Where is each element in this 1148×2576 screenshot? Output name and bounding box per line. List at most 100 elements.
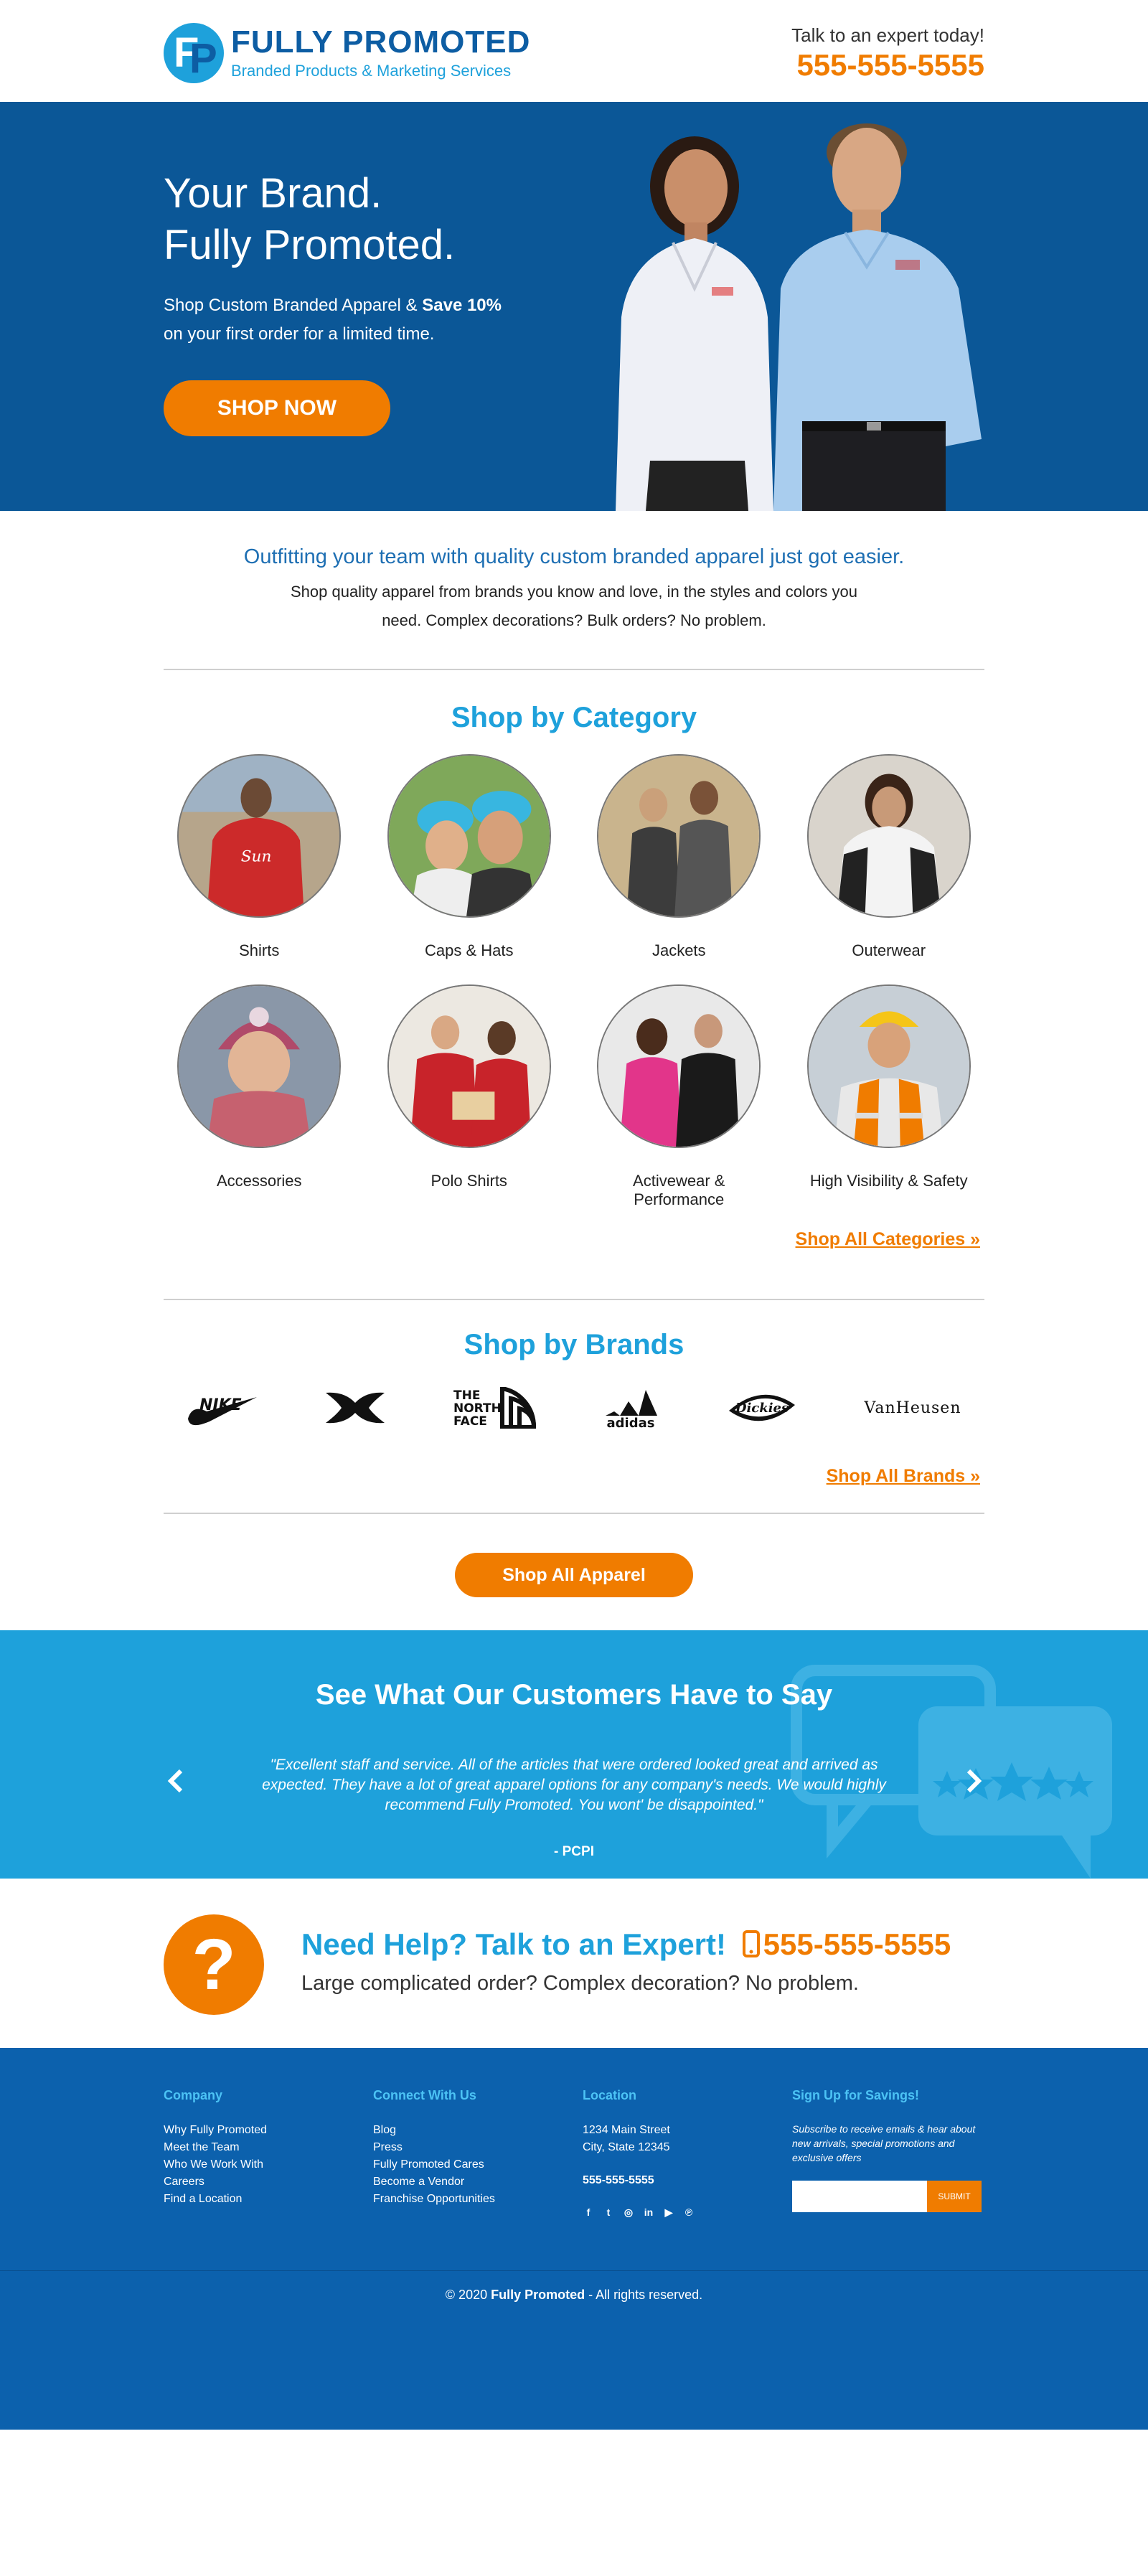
category-high-visibility[interactable]: High Visibility & Safety — [784, 984, 994, 1209]
shop-all-apparel-button[interactable]: Shop All Apparel — [455, 1553, 693, 1597]
footer-heading: Connect With Us — [373, 2088, 476, 2102]
category-polo-shirts[interactable]: Polo Shirts — [364, 984, 575, 1209]
brands-title: Shop by Brands — [464, 1329, 684, 1360]
linkedin-icon[interactable]: in — [643, 2206, 654, 2218]
hero-title: Your Brand. Fully Promoted. — [164, 170, 456, 268]
category-label: Polo Shirts — [430, 1172, 507, 1190]
caps-hats-image — [387, 754, 551, 918]
footer-link[interactable]: Press — [373, 2139, 567, 2156]
brands-section: Shop by Brands NIKE THE NORTH FACE adida… — [164, 1300, 984, 1513]
van-heusen-logo: VanHeusen — [863, 1399, 961, 1417]
help-section: ? Need Help? Talk to an Expert! 555-555-… — [164, 1879, 984, 2048]
footer-link[interactable]: Careers — [164, 2173, 357, 2191]
testimonials-section: See What Our Customers Have to Say "Exce… — [0, 1630, 1148, 1879]
pinterest-icon[interactable]: ℗ — [683, 2206, 695, 2218]
testimonials-title: See What Our Customers Have to Say — [315, 1679, 833, 1711]
category-label: Accessories — [216, 1172, 302, 1190]
activewear-image — [597, 984, 761, 1148]
facebook-icon[interactable]: f — [583, 2206, 594, 2218]
footer-heading: Location — [583, 2088, 636, 2102]
category-jackets[interactable]: Jackets — [574, 754, 784, 960]
svg-text:Sun: Sun — [241, 847, 272, 865]
category-caps-hats[interactable]: Caps & Hats — [364, 754, 575, 960]
hero-people-image — [616, 123, 982, 511]
north-face-logo: THE NORTH FACE — [453, 1387, 537, 1429]
shop-now-button[interactable]: SHOP NOW — [164, 380, 390, 436]
footer-link[interactable]: Why Fully Promoted — [164, 2122, 357, 2139]
footer-phone[interactable]: 555-555-5555 — [583, 2172, 776, 2189]
svg-text:THE: THE — [453, 1388, 480, 1403]
contact-label: Talk to an expert today! — [791, 24, 984, 46]
nike-logo: NIKE — [188, 1396, 257, 1426]
shop-all-categories-link[interactable]: Shop All Categories » — [796, 1229, 980, 1249]
phone-icon — [742, 1930, 760, 1957]
site-header: FP FULLY PROMOTED Branded Products & Mar… — [164, 0, 984, 102]
svg-text:NORTH: NORTH — [453, 1401, 502, 1416]
footer-company: Company Why Fully Promoted Meet the Team… — [164, 2088, 357, 2208]
brand-dickies[interactable]: Dickies — [725, 1383, 799, 1433]
footer-heading: Company — [164, 2088, 223, 2102]
polo-shirts-image — [387, 984, 551, 1148]
shop-all-brands-link[interactable]: Shop All Brands » — [827, 1466, 980, 1486]
category-label: Outerwear — [852, 941, 926, 959]
category-section: Shop by Category Sun Shirts Caps & Hats — [164, 670, 984, 1299]
category-label: Jackets — [651, 941, 706, 959]
logo[interactable]: FP FULLY PROMOTED Branded Products & Mar… — [164, 23, 530, 83]
contact-phone[interactable]: 555-555-5555 — [791, 48, 984, 83]
footer-link[interactable]: Franchise Opportunities — [373, 2191, 567, 2208]
brand-nike[interactable]: NIKE — [185, 1383, 260, 1433]
email-field[interactable] — [792, 2181, 927, 2212]
category-shirts[interactable]: Sun Shirts — [154, 754, 364, 960]
intro-section: Outfitting your team with quality custom… — [164, 511, 984, 669]
category-label: Caps & Hats — [425, 941, 514, 959]
site-footer: Company Why Fully Promoted Meet the Team… — [0, 2048, 1148, 2430]
chevron-right-icon[interactable] — [963, 1767, 984, 1795]
address-line: 1234 Main Street — [583, 2124, 670, 2136]
footer-location: Location 1234 Main Street City, State 12… — [583, 2088, 776, 2218]
adidas-logo: adidas — [606, 1390, 657, 1429]
category-accessories[interactable]: Accessories — [154, 984, 364, 1209]
testimonial-quote: "Excellent staff and service. All of the… — [262, 1757, 886, 1813]
chevron-left-icon[interactable] — [165, 1767, 187, 1795]
help-phone[interactable]: 555-555-5555 — [735, 1927, 951, 1961]
category-label: Shirts — [239, 941, 280, 959]
logo-tagline: Branded Products & Marketing Services — [231, 62, 512, 80]
footer-link[interactable]: Meet the Team — [164, 2139, 357, 2156]
footer-link[interactable]: Blog — [373, 2122, 567, 2139]
signup-text: Subscribe to receive emails & hear about… — [792, 2123, 976, 2163]
category-grid: Sun Shirts Caps & Hats Jackets Outerwear… — [154, 754, 994, 1209]
brand-logos: NIKE THE NORTH FACE adidas Dickies VanHe… — [164, 1383, 984, 1433]
footer-link[interactable]: Fully Promoted Cares — [373, 2156, 567, 2173]
footer-connect: Connect With Us Blog Press Fully Promote… — [373, 2088, 567, 2208]
category-title: Shop by Category — [451, 702, 697, 733]
shirts-image: Sun — [177, 754, 342, 918]
footer-link[interactable]: Become a Vendor — [373, 2173, 567, 2191]
logo-name: FULLY PROMOTED — [231, 24, 531, 60]
instagram-icon[interactable]: ◎ — [623, 2206, 634, 2218]
help-subtitle: Large complicated order? Complex decorat… — [301, 1972, 859, 1995]
footer-signup: Sign Up for Savings! Subscribe to receiv… — [792, 2088, 986, 2212]
brand-adidas[interactable]: adidas — [600, 1383, 662, 1433]
brand-north-face[interactable]: THE NORTH FACE — [451, 1383, 537, 1433]
brand-under-armour[interactable] — [323, 1383, 387, 1433]
logo-mark-icon: FP — [164, 23, 224, 83]
brand-van-heusen[interactable]: VanHeusen — [862, 1383, 963, 1433]
high-visibility-image — [806, 984, 971, 1148]
signup-form: SUBMIT — [792, 2181, 986, 2212]
twitter-icon[interactable]: t — [603, 2206, 614, 2218]
social-links: f t ◎ in ▶ ℗ — [583, 2206, 776, 2218]
youtube-icon[interactable]: ▶ — [663, 2206, 674, 2218]
shop-all-section: Shop All Apparel — [164, 1514, 984, 1630]
intro-heading: Outfitting your team with quality custom… — [243, 545, 905, 568]
category-label: Activewear & Performance — [633, 1172, 725, 1208]
category-activewear[interactable]: Activewear & Performance — [574, 984, 784, 1209]
footer-link[interactable]: Who We Work With — [164, 2156, 357, 2173]
footer-link[interactable]: Find a Location — [164, 2191, 357, 2208]
submit-button[interactable]: SUBMIT — [927, 2181, 982, 2212]
category-outerwear[interactable]: Outerwear — [784, 754, 994, 960]
address-line: City, State 12345 — [583, 2141, 670, 2153]
svg-text:VanHeusen: VanHeusen — [863, 1399, 961, 1417]
svg-text:FACE: FACE — [453, 1414, 487, 1429]
header-contact: Talk to an expert today! 555-555-5555 — [791, 24, 984, 83]
testimonial-author: - PCPI — [554, 1844, 594, 1859]
